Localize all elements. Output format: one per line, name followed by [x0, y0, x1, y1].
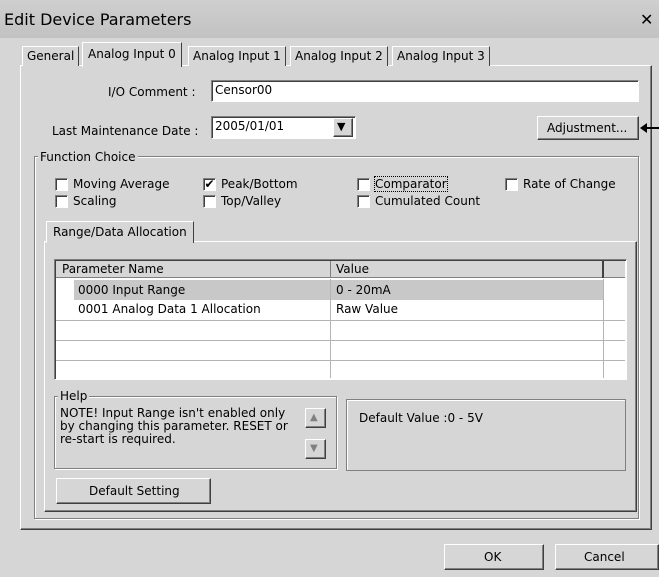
io-comment-label: I/O Comment : — [108, 85, 196, 99]
help-note: NOTE! Input Range isn't enabled only by … — [60, 406, 288, 446]
rate-of-change-label[interactable]: Rate of Change — [523, 177, 616, 191]
header-value[interactable]: Value — [336, 262, 369, 276]
maintenance-date-value[interactable]: 2005/01/01 — [215, 119, 284, 133]
default-value-text: Default Value :0 - 5V — [359, 411, 483, 425]
tab-analog-input-0[interactable]: Analog Input 0 — [82, 42, 182, 67]
comparator-checkbox[interactable] — [357, 178, 370, 191]
grid-line — [56, 320, 625, 321]
default-value-box — [346, 399, 626, 471]
cell-value[interactable]: Raw Value — [336, 302, 398, 316]
moving-average-label[interactable]: Moving Average — [73, 177, 169, 191]
moving-average-checkbox[interactable] — [55, 178, 68, 191]
top-valley-checkbox[interactable] — [203, 195, 216, 208]
grid-line — [603, 279, 604, 378]
check-icon: ✔ — [204, 177, 215, 191]
cancel-button-label[interactable]: Cancel — [584, 550, 625, 564]
tab-analog-input-2[interactable]: Analog Input 2 — [290, 46, 388, 66]
tab-range-data-allocation[interactable]: Range/Data Allocation — [46, 221, 194, 243]
ok-button-label[interactable]: OK — [484, 550, 501, 564]
tab-analog-input-1[interactable]: Analog Input 1 — [188, 46, 286, 66]
default-setting-button-label[interactable]: Default Setting — [89, 484, 180, 498]
row-indicator — [56, 280, 74, 300]
peak-bottom-checkbox[interactable]: ✔ — [203, 178, 216, 191]
tab-general[interactable]: General — [22, 46, 80, 66]
io-comment-input[interactable] — [211, 80, 639, 102]
grid-line — [330, 279, 331, 378]
pointer-arrow-line — [645, 127, 659, 129]
top-valley-label[interactable]: Top/Valley — [221, 194, 281, 208]
pointer-arrow-icon — [640, 123, 647, 133]
chevron-down-icon[interactable]: ▼ — [337, 120, 345, 134]
maintenance-date-label: Last Maintenance Date : — [52, 124, 199, 138]
tab-analog-input-3[interactable]: Analog Input 3 — [392, 46, 490, 66]
scaling-checkbox[interactable] — [55, 195, 68, 208]
up-arrow-icon[interactable]: ▲ — [310, 411, 318, 425]
header-divider — [602, 261, 604, 278]
header-parameter-name[interactable]: Parameter Name — [62, 262, 164, 276]
header-divider — [330, 261, 331, 278]
grid-line — [56, 360, 625, 361]
rate-of-change-checkbox[interactable] — [505, 178, 518, 191]
cumulated-count-checkbox[interactable] — [357, 195, 370, 208]
close-icon[interactable]: ✕ — [640, 11, 653, 29]
window-title: Edit Device Parameters — [4, 10, 192, 29]
comparator-label[interactable]: Comparator — [374, 176, 448, 192]
scaling-label[interactable]: Scaling — [73, 194, 116, 208]
grid-line — [56, 340, 625, 341]
down-arrow-icon[interactable]: ▼ — [310, 442, 318, 456]
cell-value[interactable]: 0 - 20mA — [336, 283, 391, 297]
io-comment-value[interactable]: Censor00 — [215, 83, 272, 97]
adjustment-button-label[interactable]: Adjustment... — [547, 121, 627, 135]
cumulated-count-label[interactable]: Cumulated Count — [375, 194, 480, 208]
cell-parameter-name[interactable]: 0000 Input Range — [74, 281, 185, 299]
peak-bottom-label[interactable]: Peak/Bottom — [221, 177, 298, 191]
help-title: Help — [58, 389, 90, 403]
function-choice-title: Function Choice — [38, 150, 138, 164]
cell-parameter-name[interactable]: 0001 Analog Data 1 Allocation — [74, 300, 261, 318]
